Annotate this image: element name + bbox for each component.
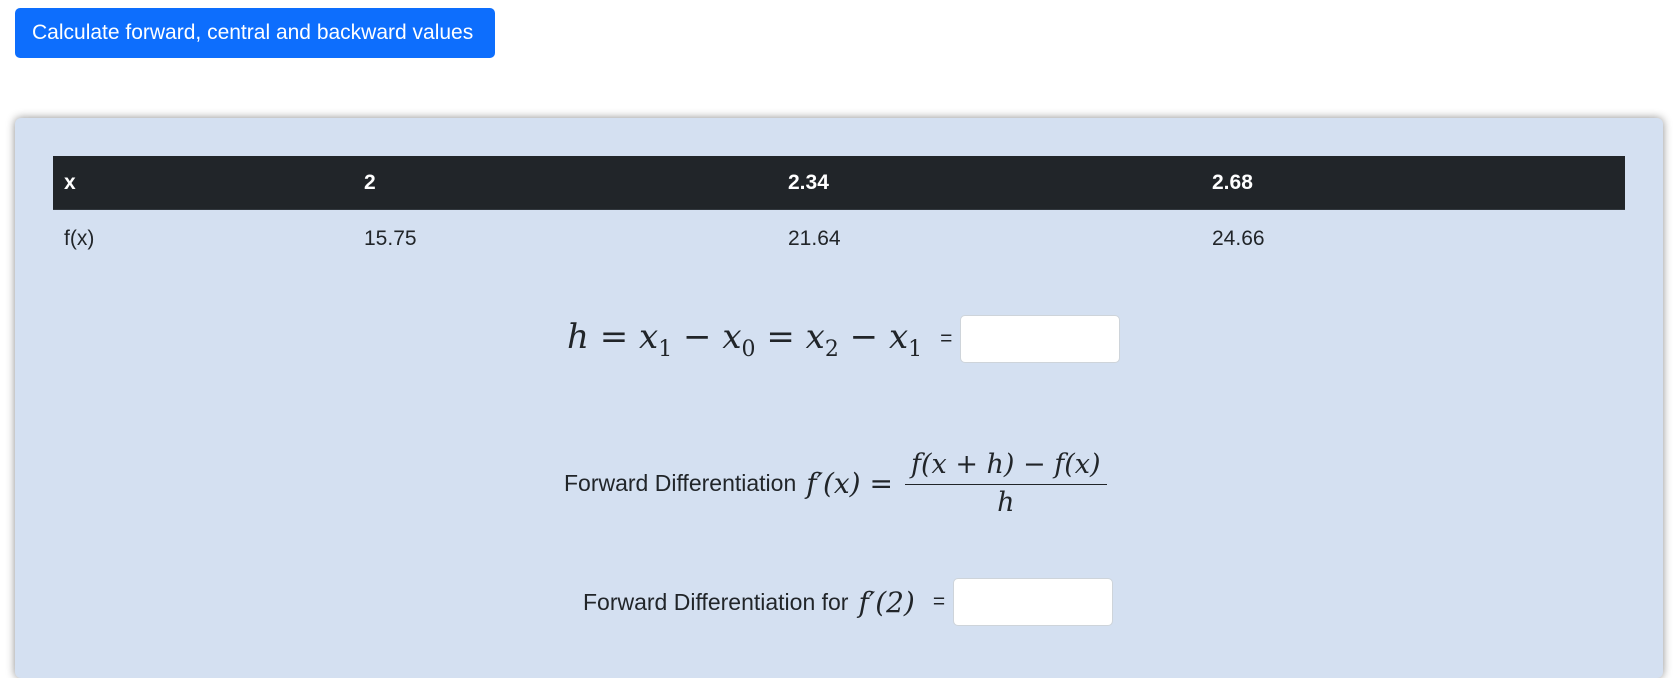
math-subscript: 2 [824, 336, 839, 362]
forward-formula-label: Forward Differentiation [564, 469, 797, 496]
math-operator: = [599, 316, 629, 357]
forward-at-2-label: Forward Differentiation for [583, 588, 849, 615]
table-header-cell: 2 [353, 156, 777, 210]
table-header-row: x 2 2.34 2.68 [53, 156, 1625, 210]
derivative-lhs: f′(x) = [806, 466, 893, 500]
step-size-row: h = x1 − x0 = x2 − x1 = [567, 313, 1121, 365]
table-header-cell: 2.68 [1201, 156, 1625, 210]
math-subscript: 0 [741, 336, 756, 362]
math-symbol: x [805, 316, 825, 357]
calculate-values-button[interactable]: Calculate forward, central and backward … [15, 8, 495, 58]
fraction-numerator: f(x + h) − f(x) [904, 449, 1107, 485]
fraction-denominator: h [997, 486, 1015, 518]
math-symbol: h [567, 316, 589, 357]
math-operator: − [849, 316, 879, 357]
difference-fraction: f(x + h) − f(x) h [904, 449, 1107, 518]
table-header-cell: 2.34 [777, 156, 1201, 210]
table-header-cell: x [53, 156, 353, 210]
equals-label: = [932, 590, 946, 613]
step-size-formula: h = x1 − x0 = x2 − x1 [567, 317, 922, 362]
step-size-input[interactable] [960, 315, 1121, 363]
math-subscript: 1 [658, 336, 673, 362]
calculation-card: x 2 2.34 2.68 f(x) 15.75 21.64 24.66 h =… [15, 118, 1663, 678]
equals-label: = [940, 327, 953, 350]
forward-formula-row: Forward Differentiation f′(x) = f(x + h)… [564, 443, 1107, 523]
math-subscript: 1 [908, 336, 923, 362]
table-cell: 15.75 [364, 227, 417, 250]
table-row: f(x) 15.75 21.64 24.66 [53, 210, 1625, 269]
math-operator: = [766, 316, 795, 357]
table-cell: 24.66 [1212, 227, 1265, 250]
math-symbol: x [639, 316, 659, 357]
forward-derivative-input[interactable] [953, 578, 1114, 626]
derivative-at-2: f′(2) [858, 585, 915, 619]
math-symbol: x [722, 316, 742, 357]
forward-at-2-row: Forward Differentiation for f′(2) = [583, 576, 1114, 628]
math-operator: − [683, 316, 712, 357]
table-cell: f(x) [64, 227, 95, 250]
table-cell: 21.64 [788, 227, 841, 250]
values-table: x 2 2.34 2.68 f(x) 15.75 21.64 24.66 [53, 156, 1625, 268]
math-symbol: x [888, 316, 909, 357]
